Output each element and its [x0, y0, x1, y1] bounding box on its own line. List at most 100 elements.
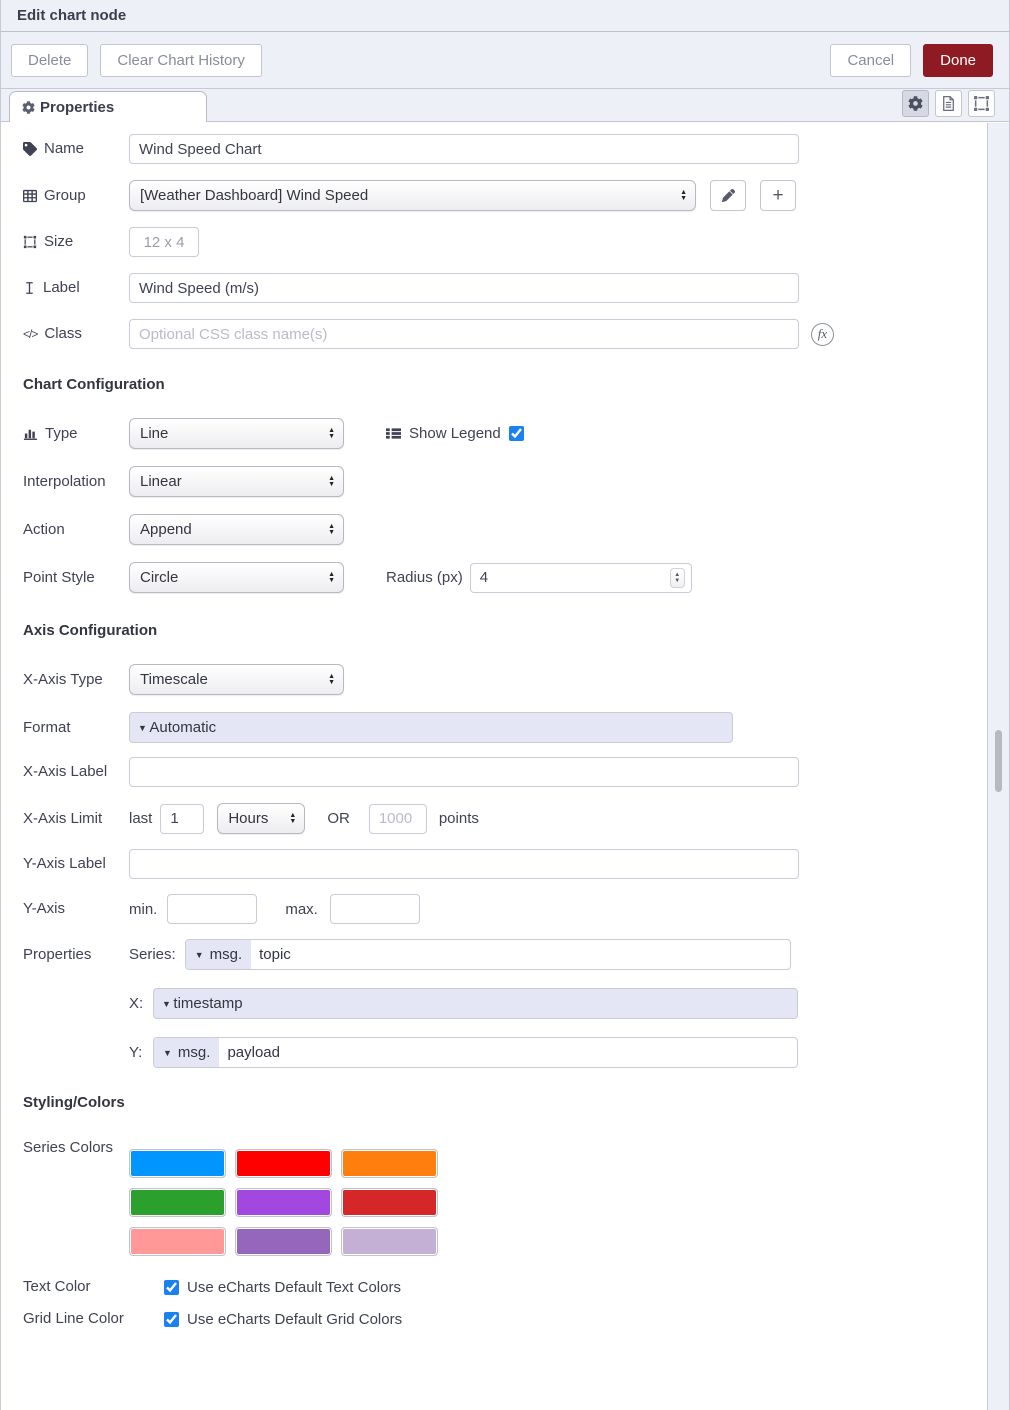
node-properties-button[interactable] — [902, 90, 929, 117]
delete-button[interactable]: Delete — [11, 44, 88, 77]
series-colors-grid — [129, 1149, 438, 1256]
action-row: Action Append ▲▼ — [23, 514, 989, 545]
series-color-swatch[interactable] — [341, 1149, 438, 1178]
type-label: Type — [45, 425, 78, 443]
select-arrows-icon: ▲▼ — [289, 813, 296, 825]
default-grid-colors-label: Use eCharts Default Grid Colors — [187, 1311, 402, 1328]
series-color-swatch[interactable] — [129, 1227, 226, 1256]
or-label: OR — [327, 810, 350, 827]
group-select[interactable]: [Weather Dashboard] Wind Speed ▲▼ — [129, 180, 696, 211]
caret-down-icon: ▼ — [138, 723, 149, 733]
plus-icon: + — [772, 186, 783, 205]
series-typed-input[interactable]: ▼ msg. topic — [185, 939, 791, 970]
select-arrows-icon: ▲▼ — [328, 524, 335, 536]
x-property-label: X: — [129, 995, 153, 1012]
series-color-swatch[interactable] — [235, 1188, 332, 1217]
interpolation-select[interactable]: Linear ▲▼ — [129, 466, 344, 497]
object-group-icon — [973, 95, 990, 112]
x-axis-label-label: X-Axis Label — [23, 763, 107, 781]
fx-icon[interactable]: fx — [811, 323, 834, 346]
y-max-label: max. — [285, 901, 318, 918]
grid-color-row: Grid Line Color Use eCharts Default Grid… — [23, 1310, 989, 1328]
x-axis-type-select[interactable]: Timescale ▲▼ — [129, 664, 344, 695]
x-axis-type-select-value: Timescale — [140, 671, 320, 688]
x-property-row: X: ▼ timestamp — [23, 988, 989, 1019]
action-select[interactable]: Append ▲▼ — [129, 514, 344, 545]
limit-value-input[interactable] — [160, 804, 204, 834]
point-style-select[interactable]: Circle ▲▼ — [129, 562, 344, 593]
last-label: last — [129, 810, 152, 827]
series-colors-label: Series Colors — [23, 1139, 113, 1157]
styling-colors-heading: Styling/Colors — [23, 1094, 989, 1111]
y-typed-input[interactable]: ▼ msg. payload — [153, 1037, 798, 1068]
y-min-input[interactable] — [167, 894, 257, 924]
code-icon: </> — [23, 327, 37, 341]
limit-unit-value: Hours — [228, 810, 281, 827]
series-color-swatch[interactable] — [341, 1188, 438, 1217]
dialog-header: Edit chart node — [1, 0, 1009, 32]
stepper-icon[interactable]: ▲▼ — [670, 568, 685, 588]
format-label: Format — [23, 719, 71, 737]
default-text-colors-checkbox[interactable] — [164, 1280, 179, 1295]
clear-chart-history-button[interactable]: Clear Chart History — [100, 44, 262, 77]
x-axis-limit-row: X-Axis Limit last Hours ▲▼ OR points — [23, 803, 989, 834]
format-typed-input[interactable]: ▼ Automatic — [129, 712, 733, 743]
node-appearance-button[interactable] — [968, 90, 995, 117]
select-arrows-icon: ▲▼ — [328, 572, 335, 584]
type-select[interactable]: Line ▲▼ — [129, 418, 344, 449]
point-style-label: Point Style — [23, 569, 95, 587]
pencil-icon — [722, 189, 735, 202]
point-style-row: Point Style Circle ▲▼ Radius (px) ▲▼ — [23, 562, 989, 593]
dialog-title: Edit chart node — [17, 7, 126, 24]
size-label: Size — [44, 233, 73, 251]
done-button[interactable]: Done — [923, 44, 993, 77]
y-min-label: min. — [129, 901, 157, 918]
class-input[interactable] — [129, 319, 799, 349]
series-color-swatch[interactable] — [235, 1149, 332, 1178]
format-row: Format ▼ Automatic — [23, 712, 989, 743]
name-input[interactable] — [129, 134, 799, 164]
document-icon — [940, 95, 957, 112]
points-label: points — [439, 810, 479, 827]
limit-points-input[interactable] — [369, 804, 427, 834]
edit-form: Name Group [Weather Dashboard] Wind Spee… — [1, 122, 989, 1328]
y-axis-label-input[interactable] — [129, 849, 799, 879]
y-type-button[interactable]: ▼ msg. — [154, 1038, 219, 1067]
series-color-swatch[interactable] — [129, 1149, 226, 1178]
series-color-swatch[interactable] — [129, 1188, 226, 1217]
y-property-row: Y: ▼ msg. payload — [23, 1037, 989, 1068]
series-color-swatch[interactable] — [235, 1227, 332, 1256]
series-label: Series: — [129, 946, 176, 963]
object-group-icon — [23, 235, 37, 249]
series-color-swatch[interactable] — [341, 1227, 438, 1256]
group-select-value: [Weather Dashboard] Wind Speed — [140, 187, 672, 204]
interpolation-label: Interpolation — [23, 473, 106, 491]
x-typed-input[interactable]: ▼ timestamp — [153, 988, 798, 1019]
y-max-input[interactable] — [330, 894, 420, 924]
y-axis-minmax-row: Y-Axis min. max. — [23, 894, 989, 924]
tab-properties[interactable]: Properties — [9, 91, 207, 122]
edit-group-button[interactable] — [710, 180, 746, 211]
vertical-scrollbar[interactable] — [987, 123, 1009, 1410]
size-button[interactable]: 12 x 4 — [129, 227, 199, 257]
action-select-value: Append — [140, 521, 320, 538]
y-property-label: Y: — [129, 1044, 153, 1061]
default-grid-colors-checkbox[interactable] — [164, 1312, 179, 1327]
series-type-button[interactable]: ▼ msg. — [186, 940, 251, 969]
axis-configuration-heading: Axis Configuration — [23, 622, 989, 639]
node-description-button[interactable] — [935, 90, 962, 117]
radius-label: Radius (px) — [386, 569, 463, 586]
add-group-button[interactable]: + — [760, 180, 796, 211]
series-colors-row: Series Colors — [23, 1135, 989, 1256]
label-input[interactable] — [129, 273, 799, 303]
radius-input[interactable] — [470, 563, 692, 593]
show-legend-checkbox[interactable] — [509, 426, 524, 441]
caret-down-icon: ▼ — [162, 999, 173, 1009]
cancel-button[interactable]: Cancel — [830, 44, 911, 77]
table-icon — [23, 189, 37, 203]
chart-configuration-heading: Chart Configuration — [23, 376, 989, 393]
scrollbar-thumb[interactable] — [995, 730, 1002, 792]
limit-unit-select[interactable]: Hours ▲▼ — [217, 803, 305, 834]
x-axis-limit-label: X-Axis Limit — [23, 810, 102, 828]
x-axis-label-input[interactable] — [129, 757, 799, 787]
